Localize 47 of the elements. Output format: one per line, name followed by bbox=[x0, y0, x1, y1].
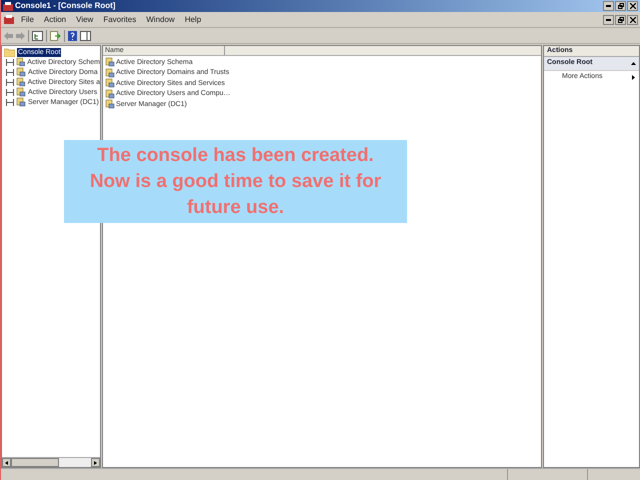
snap-in-icon bbox=[105, 88, 115, 99]
restore-icon bbox=[618, 3, 624, 9]
snap-in-icon bbox=[105, 57, 115, 68]
menu-item[interactable]: Window bbox=[142, 14, 179, 26]
minimize-icon bbox=[606, 5, 611, 7]
tree-connector bbox=[6, 68, 14, 76]
snap-in-icon bbox=[16, 67, 26, 77]
snap-in-icon bbox=[105, 99, 115, 110]
snap-in-icon bbox=[16, 57, 26, 67]
close-button[interactable] bbox=[627, 14, 638, 24]
tree-connector bbox=[6, 98, 14, 106]
folder-icon bbox=[4, 48, 15, 56]
window-title: Console1 - [Console Root] bbox=[15, 0, 116, 12]
restore-icon bbox=[618, 16, 624, 22]
close-icon bbox=[630, 16, 636, 22]
console-tree-icon[interactable] bbox=[32, 30, 43, 40]
tree-connector bbox=[6, 78, 14, 86]
restore-button[interactable] bbox=[615, 14, 626, 24]
tree-connector bbox=[6, 88, 14, 96]
minimize-button[interactable] bbox=[603, 14, 614, 24]
collapse-icon[interactable] bbox=[631, 62, 636, 65]
snap-in-icon bbox=[16, 87, 26, 97]
tree-connector bbox=[6, 58, 14, 66]
scroll-left-icon bbox=[5, 460, 8, 464]
horizontal-scrollbar[interactable] bbox=[2, 457, 100, 467]
menu-item[interactable]: Favorites bbox=[99, 14, 140, 26]
close-button[interactable] bbox=[627, 1, 638, 11]
restore-button[interactable] bbox=[615, 1, 626, 11]
console-app-icon bbox=[4, 15, 14, 24]
snap-in-icon bbox=[16, 77, 26, 87]
console-app-icon bbox=[3, 2, 13, 10]
snap-in-icon bbox=[105, 78, 115, 88]
scroll-right-icon bbox=[94, 460, 97, 464]
action-pane-icon[interactable] bbox=[80, 30, 91, 40]
menu-item[interactable]: Help bbox=[180, 14, 206, 26]
help-icon[interactable] bbox=[68, 30, 77, 40]
menu-item[interactable]: File bbox=[17, 14, 38, 26]
snap-in-icon bbox=[16, 97, 26, 107]
callout-text: The console has been created. Now is a good time to save it for future use. bbox=[88, 144, 382, 220]
minimize-icon bbox=[606, 18, 611, 20]
close-icon bbox=[630, 3, 636, 9]
menu-item[interactable]: View bbox=[72, 14, 98, 26]
minimize-button[interactable] bbox=[603, 1, 614, 11]
export-list-icon[interactable] bbox=[50, 30, 61, 40]
menu-item[interactable]: Action bbox=[40, 14, 70, 26]
submenu-arrow-icon bbox=[632, 74, 635, 80]
snap-in-icon bbox=[105, 68, 115, 78]
